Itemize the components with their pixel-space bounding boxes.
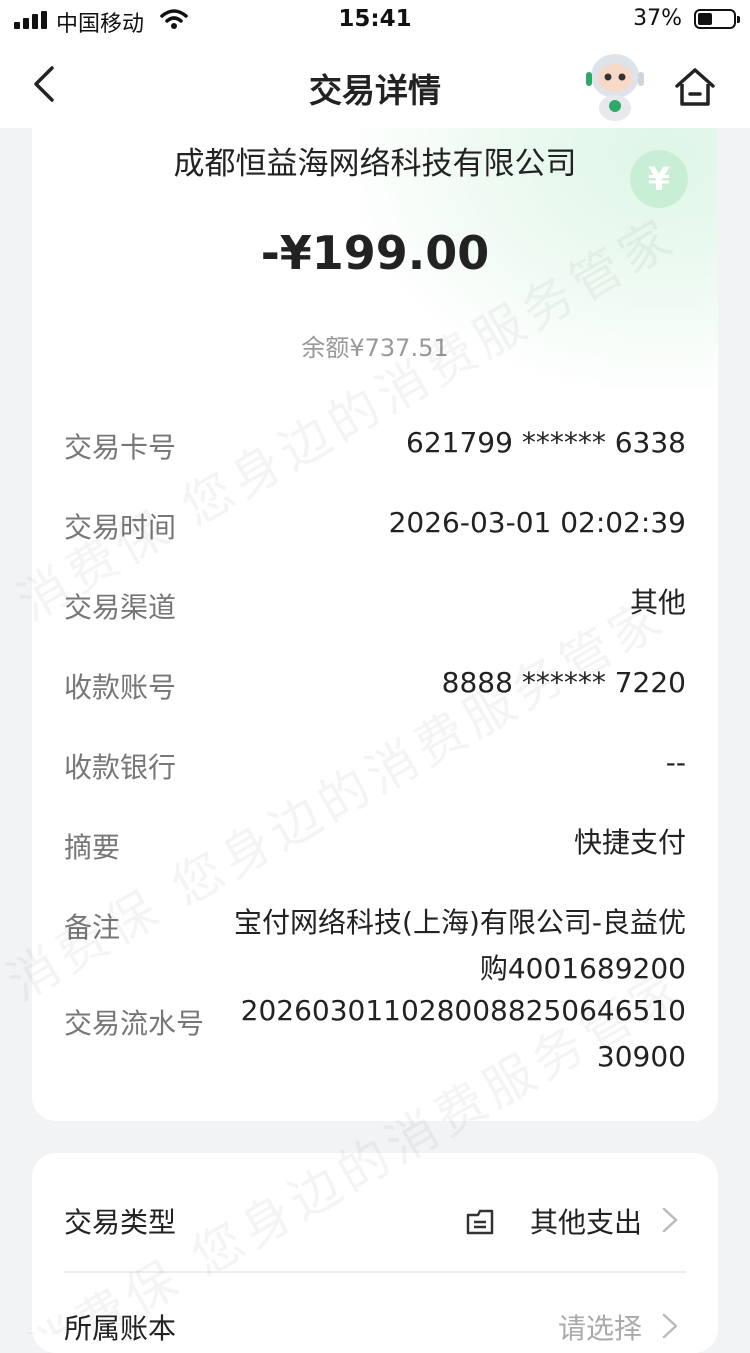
detail-label: 交易时间 [64, 511, 177, 544]
ledger-label: 所属账本 [64, 1312, 177, 1345]
battery-icon [694, 9, 740, 29]
ledger-row[interactable]: 所属账本 请选择 [64, 1299, 686, 1353]
transaction-card: ¥ 成都恒益海网络科技有限公司 -¥199.00 余额¥737.51 交易卡号 … [32, 128, 718, 1121]
detail-value: 8888 ****** 7220 [441, 666, 686, 699]
detail-value: 快捷支付 [573, 826, 686, 859]
home-icon[interactable] [670, 62, 720, 112]
category-icon [466, 1209, 494, 1235]
transaction-type-row[interactable]: 交易类型 其他支出 [64, 1193, 686, 1253]
navigation-bar: 交易详情 [0, 42, 750, 128]
detail-value: 621799 ****** 6338 [406, 426, 686, 459]
detail-label: 备注 [64, 911, 121, 944]
account-balance: 余额¥737.51 [301, 334, 449, 362]
detail-value: 202603011028008825064651030900 [240, 994, 686, 1073]
detail-value: 宝付网络科技(上海)有限公司-良益优购4001689200 [234, 906, 686, 985]
ledger-value: 请选择 [557, 1312, 642, 1345]
divider [64, 1271, 686, 1273]
robot-mascot-icon[interactable] [582, 50, 648, 122]
classification-card: 交易类型 其他支出 所属账本 请选择 [32, 1153, 718, 1353]
detail-value: 其他 [629, 586, 686, 619]
transaction-type-label: 交易类型 [64, 1206, 177, 1239]
detail-label: 交易卡号 [64, 431, 177, 464]
detail-value: 2026-03-01 02:02:39 [388, 506, 686, 539]
chevron-right-icon [662, 1313, 678, 1339]
detail-label: 摘要 [64, 831, 121, 864]
status-bar: 中国移动 15:41 37% [0, 0, 750, 42]
merchant-name: 成都恒益海网络科技有限公司 [173, 146, 577, 182]
battery-percent: 37% [633, 6, 682, 31]
detail-label: 收款账号 [64, 671, 177, 704]
chevron-right-icon [662, 1207, 678, 1233]
detail-label: 收款银行 [64, 751, 177, 784]
detail-value: -- [665, 746, 686, 779]
detail-label: 交易渠道 [64, 591, 177, 624]
transaction-type-value: 其他支出 [529, 1206, 642, 1239]
transaction-amount: -¥199.00 [260, 226, 490, 280]
detail-label: 交易流水号 [64, 1007, 205, 1040]
